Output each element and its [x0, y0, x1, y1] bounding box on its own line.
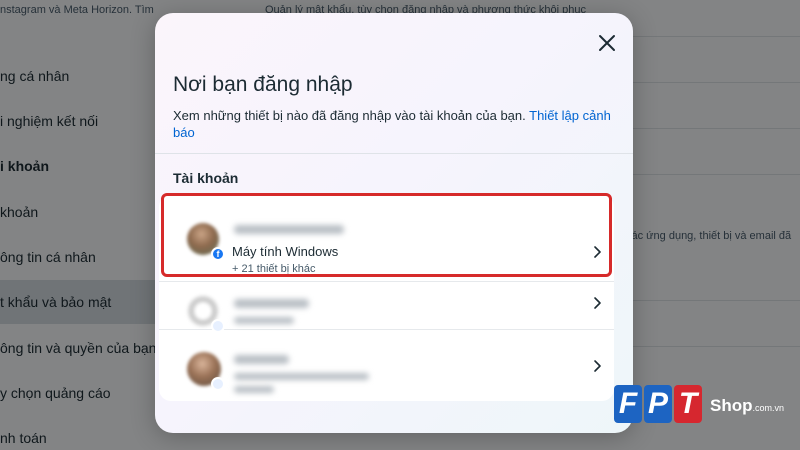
- watermark-brand-name: Shop: [710, 396, 753, 415]
- dialog-title: Nơi bạn đăng nhập: [173, 73, 353, 96]
- highlight-annotation: [161, 193, 612, 277]
- chevron-right-icon: [594, 360, 601, 372]
- watermark-letter: T: [674, 385, 702, 423]
- watermark-domain: .com.vn: [752, 403, 785, 413]
- account-row[interactable]: [159, 329, 614, 401]
- watermark-letter: P: [644, 385, 672, 423]
- dialog-description: Xem những thiết bị nào đã đăng nhập vào …: [173, 107, 613, 141]
- watermark-brand: Shop.com.vn: [710, 396, 784, 416]
- watermark-letter: F: [614, 385, 642, 423]
- description-text: Xem những thiết bị nào đã đăng nhập vào …: [173, 108, 526, 123]
- account-row[interactable]: [159, 281, 614, 329]
- close-button[interactable]: [595, 31, 619, 55]
- chevron-right-icon: [594, 297, 601, 309]
- close-icon: [599, 35, 615, 51]
- divider: [155, 153, 633, 154]
- section-label-accounts: Tài khoản: [173, 170, 239, 186]
